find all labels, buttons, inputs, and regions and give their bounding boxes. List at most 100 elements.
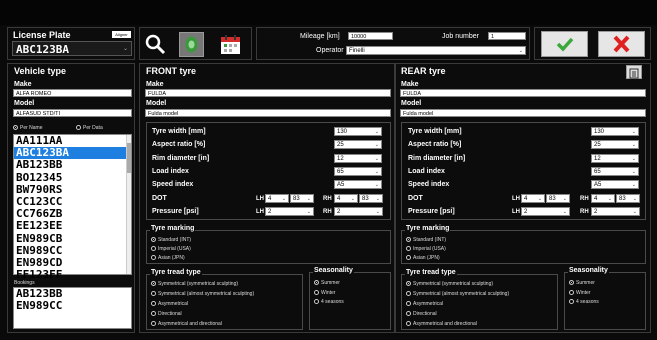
rear-marking-radio[interactable]: Standard (INT) xyxy=(406,236,446,244)
chevron-down-icon: ⌄ xyxy=(607,196,612,202)
front-model-field[interactable]: Fulda model xyxy=(145,109,391,117)
vehicle-model-field[interactable]: ALFASUD STD/TI xyxy=(13,109,132,117)
rear-pressure-rh[interactable]: 2 ⌄ xyxy=(591,207,640,216)
rear-season-radio[interactable]: Winter xyxy=(569,289,590,297)
radio-icon xyxy=(406,291,411,297)
per-date-radio[interactable]: Per Data xyxy=(76,124,103,132)
front-dot-lh-label: LH xyxy=(256,196,264,202)
front-marking-radio[interactable]: Imperial (USA) xyxy=(151,245,191,253)
copy-icon[interactable] xyxy=(626,65,642,79)
operator-select[interactable]: Finelli ⌄ xyxy=(346,46,526,55)
front-marking-radio[interactable]: Asian (JPN) xyxy=(151,254,185,262)
chevron-down-icon: ⌄ xyxy=(374,156,379,162)
chevron-down-icon: ⌄ xyxy=(632,196,637,202)
chevron-down-icon: ⌄ xyxy=(537,196,542,202)
rear-pressure-lh[interactable]: 2 ⌄ xyxy=(521,207,570,216)
radio-icon xyxy=(13,125,18,131)
front-tread-radio[interactable]: Asymmetrical xyxy=(151,300,188,308)
calendar-icon[interactable] xyxy=(218,32,243,57)
radio-icon xyxy=(151,311,156,317)
rear-aspect-select[interactable]: 25 ⌄ xyxy=(591,140,639,149)
mileage-field[interactable]: 10000 xyxy=(348,32,393,40)
front-season-radio[interactable]: Winter xyxy=(314,289,335,297)
vehicle-make-field[interactable]: ALFA ROMEO xyxy=(13,89,132,97)
front-tread-radio[interactable]: Directional xyxy=(151,310,182,318)
front-width-select[interactable]: 130 ⌄ xyxy=(334,127,382,136)
rear-pressure-lh-label: LH xyxy=(512,209,520,215)
rear-dot-rh-b[interactable]: 83 ⌄ xyxy=(616,194,640,203)
front-dot-lh-b[interactable]: 83 ⌄ xyxy=(290,194,314,203)
front-marking-radio[interactable]: Standard (INT) xyxy=(151,236,191,244)
align-button[interactable]: Aligner xyxy=(112,31,131,38)
rear-tread-title: Tyre tread type xyxy=(405,269,457,276)
rear-rim-select[interactable]: 12 ⌄ xyxy=(591,154,639,163)
front-season-radio[interactable]: 4 seasons xyxy=(314,298,344,306)
radio-icon xyxy=(151,321,156,327)
rear-model-field[interactable]: Fulda model xyxy=(400,109,646,117)
radio-icon xyxy=(406,301,411,307)
front-tread-radio[interactable]: Symmetrical (almost symmetrical sculptin… xyxy=(151,290,254,298)
rear-tread-radio[interactable]: Asymmetrical and directional xyxy=(406,320,477,328)
radio-icon xyxy=(314,299,319,305)
front-pressure-rh[interactable]: 2 ⌄ xyxy=(334,207,383,216)
tyre-icon[interactable] xyxy=(179,32,204,57)
chevron-down-icon: ⌄ xyxy=(374,169,379,175)
rear-width-select[interactable]: 130 ⌄ xyxy=(591,127,639,136)
cancel-button[interactable] xyxy=(598,31,645,57)
front-make-field[interactable]: FULDA xyxy=(145,89,391,97)
front-dot-rh-b[interactable]: 83 ⌄ xyxy=(359,194,383,203)
job-field[interactable]: 1 xyxy=(488,32,526,40)
per-name-radio[interactable]: Per Name xyxy=(13,124,43,132)
rear-make-field[interactable]: FULDA xyxy=(400,89,646,97)
rear-load-select[interactable]: 65 ⌄ xyxy=(591,167,639,176)
chevron-down-icon[interactable]: ⌄ xyxy=(123,45,128,52)
rear-tread-radio[interactable]: Directional xyxy=(406,310,437,318)
list-item[interactable]: BO12345 xyxy=(14,171,131,184)
license-label: License Plate xyxy=(13,30,71,40)
front-dot-lh-a[interactable]: 4 ⌄ xyxy=(265,194,289,203)
chevron-down-icon: ⌄ xyxy=(562,209,567,215)
chevron-down-icon: ⌄ xyxy=(350,196,355,202)
rear-dot-lh-b[interactable]: 83 ⌄ xyxy=(546,194,570,203)
rear-marking-radio[interactable]: Asian (JPN) xyxy=(406,254,440,262)
bookings-list[interactable]: AB123BB EN989CC xyxy=(13,287,132,329)
front-dot-rh-a[interactable]: 4 ⌄ xyxy=(334,194,358,203)
rear-pressure-rh-label: RH xyxy=(580,209,589,215)
front-dot-rh-label: RH xyxy=(323,196,332,202)
front-tread-radio[interactable]: Symmetrical (symmetrical sculpting) xyxy=(151,280,238,288)
rear-tread-radio[interactable]: Asymmetrical xyxy=(406,300,443,308)
rear-dot-rh-a[interactable]: 4 ⌄ xyxy=(591,194,615,203)
front-width-label: Tyre width [mm] xyxy=(152,128,206,135)
list-item[interactable]: EN989CB xyxy=(14,232,131,245)
front-marking-title: Tyre marking xyxy=(150,225,196,232)
list-item[interactable]: AA111AA xyxy=(14,134,131,147)
rear-tread-radio[interactable]: Symmetrical (almost symmetrical sculptin… xyxy=(406,290,509,298)
rear-load-label: Load index xyxy=(408,168,445,175)
front-speed-select[interactable]: A5 ⌄ xyxy=(334,180,382,189)
rear-season-radio[interactable]: Summer xyxy=(569,279,595,287)
list-item[interactable]: AB123BB xyxy=(14,159,131,171)
front-season-radio[interactable]: Summer xyxy=(314,279,340,287)
confirm-button[interactable] xyxy=(541,31,588,57)
list-item[interactable]: EE123EE xyxy=(14,220,131,232)
rear-tread-radio[interactable]: Symmetrical (symmetrical sculpting) xyxy=(406,280,493,288)
front-load-select[interactable]: 65 ⌄ xyxy=(334,167,382,176)
rear-title: REAR tyre xyxy=(401,66,446,76)
rear-speed-select[interactable]: A5 ⌄ xyxy=(591,180,639,189)
scrollbar[interactable] xyxy=(126,135,131,274)
search-icon[interactable] xyxy=(143,32,168,57)
operator-value: Finelli xyxy=(349,48,365,54)
rear-dot-lh-a[interactable]: 4 ⌄ xyxy=(521,194,545,203)
front-rim-select[interactable]: 12 ⌄ xyxy=(334,154,382,163)
rear-season-radio[interactable]: 4 seasons xyxy=(569,298,599,306)
plates-list[interactable]: AA111AA ABC123BA AB123BB BO12345 BW790RS… xyxy=(13,134,132,281)
front-pressure-lh[interactable]: 2 ⌄ xyxy=(265,207,314,216)
list-item[interactable]: EN989CC xyxy=(14,299,131,312)
rear-marking-radio[interactable]: Imperial (USA) xyxy=(406,245,446,253)
scrollbar-thumb[interactable] xyxy=(127,143,131,173)
rear-dot-label: DOT xyxy=(408,195,423,202)
radio-icon xyxy=(569,290,574,296)
front-aspect-select[interactable]: 25 ⌄ xyxy=(334,140,382,149)
license-combo[interactable]: ABC123BA ⌄ xyxy=(12,41,132,56)
front-tread-radio[interactable]: Asymmetrical and directional xyxy=(151,320,222,328)
